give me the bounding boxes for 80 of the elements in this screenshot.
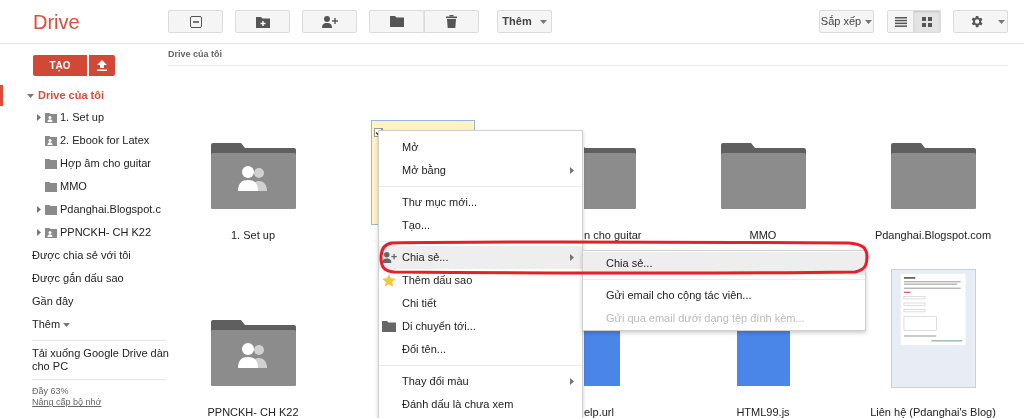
- caret-icon: [37, 206, 41, 213]
- folder-icon: [382, 321, 396, 332]
- shared-folder-icon: [45, 227, 57, 238]
- minus-square-icon: [189, 15, 202, 28]
- trash-icon: [446, 15, 457, 28]
- folder-tree-item[interactable]: 2. Ebook for Latex: [0, 129, 166, 152]
- toolbar-button[interactable]: [424, 10, 479, 33]
- shared-folder-icon: [210, 143, 296, 209]
- caret-icon: [997, 19, 1005, 24]
- folder-tree-item[interactable]: Pdanghai.Blogspot.c: [0, 198, 166, 221]
- folder-tree-item[interactable]: PPNCKH- CH K22: [0, 221, 166, 244]
- person-plus-icon: [321, 15, 338, 28]
- sidebar-item[interactable]: Thêm: [0, 313, 166, 336]
- caret-icon: [37, 114, 41, 121]
- caret-icon: [865, 19, 873, 24]
- folder-icon: [389, 16, 404, 27]
- caret-icon: [63, 322, 71, 327]
- menu-item[interactable]: Tạo...: [379, 214, 582, 237]
- folder-icon: [890, 143, 976, 209]
- menu-item[interactable]: Mở bằng: [379, 159, 582, 182]
- menu-item[interactable]: Chia sẻ...: [379, 246, 582, 269]
- folder-tree-item[interactable]: MMO: [0, 175, 166, 198]
- item-name[interactable]: HTML99.js: [736, 406, 790, 418]
- grid-view-icon: [922, 16, 932, 27]
- person-plus-icon: [382, 252, 397, 263]
- menu-item[interactable]: Thêm dấu sao: [379, 269, 582, 292]
- shared-folder-icon: [45, 135, 57, 146]
- caret-icon: [570, 167, 574, 174]
- view-toggle[interactable]: [914, 10, 941, 33]
- toolbar-button[interactable]: [302, 10, 357, 33]
- folder-icon: [720, 143, 806, 209]
- caret-icon: [570, 254, 574, 261]
- caret-icon: [570, 378, 574, 385]
- menu-item[interactable]: Di chuyển tới...: [379, 315, 582, 338]
- menu-item[interactable]: Chi tiết: [379, 292, 582, 315]
- breadcrumb[interactable]: Drive của tôi: [168, 47, 223, 62]
- item-name[interactable]: n cho guitar: [584, 229, 642, 241]
- storage-usage: Đầy 63%: [32, 386, 70, 397]
- caret-icon: [27, 93, 34, 98]
- menu-item[interactable]: Thay đổi màu: [379, 370, 582, 393]
- list-view-icon: [894, 16, 907, 27]
- folder-icon: [45, 204, 57, 215]
- app-logo[interactable]: Drive: [33, 10, 80, 33]
- download-link[interactable]: cho PC: [32, 360, 166, 373]
- menu-item[interactable]: Mở: [379, 136, 582, 159]
- upload-button[interactable]: [89, 55, 115, 76]
- toolbar-button[interactable]: [168, 10, 223, 33]
- caret-icon: [539, 19, 547, 24]
- sidebar-item[interactable]: Drive của tôi: [0, 85, 166, 106]
- menu-item[interactable]: Đổi tên...: [379, 338, 582, 361]
- folder-tree-item[interactable]: Hợp âm cho guitar: [0, 152, 166, 175]
- menu-item[interactable]: Gửi email cho cộng tác viên...: [583, 284, 865, 307]
- item-name[interactable]: Liên hệ (Pdanghai's Blog): [870, 406, 996, 418]
- folder-tree-item[interactable]: 1. Set up: [0, 106, 166, 129]
- item-name[interactable]: elp.url: [584, 406, 614, 418]
- toolbar-button[interactable]: [235, 10, 290, 33]
- sidebar-item[interactable]: Được gắn dấu sao: [0, 267, 166, 290]
- item-name[interactable]: Pdanghai.Blogspot.com: [874, 229, 992, 241]
- toolbar-button[interactable]: [369, 10, 424, 33]
- upgrade-storage-link[interactable]: Nâng cấp bộ nhớ: [32, 397, 166, 408]
- upload-icon: [97, 60, 107, 71]
- shared-folder-icon: [45, 112, 57, 123]
- star-icon: [382, 274, 396, 287]
- menu-item[interactable]: Đánh dấu là chưa xem: [379, 393, 582, 416]
- caret-icon: [37, 229, 41, 236]
- sidebar-item[interactable]: Được chia sẻ với tôi: [0, 244, 166, 267]
- menu-item[interactable]: Thư mục mới...: [379, 191, 582, 214]
- item-name[interactable]: MMO: [749, 229, 777, 241]
- item-name[interactable]: 1. Set up: [230, 229, 275, 241]
- more-button[interactable]: Thêm: [497, 10, 552, 33]
- folder-icon: [45, 181, 57, 192]
- create-button[interactable]: TẠO: [33, 55, 87, 76]
- sort-button[interactable]: Sắp xếp: [819, 10, 874, 33]
- settings-button[interactable]: [953, 10, 1008, 33]
- folder-plus-icon: [255, 15, 270, 28]
- item-name[interactable]: PPNCKH- CH K22: [207, 406, 299, 418]
- shared-folder-icon: [210, 320, 296, 386]
- sidebar-item[interactable]: Gần đây: [0, 290, 166, 313]
- view-toggle[interactable]: [887, 10, 914, 33]
- folder-icon: [45, 158, 57, 169]
